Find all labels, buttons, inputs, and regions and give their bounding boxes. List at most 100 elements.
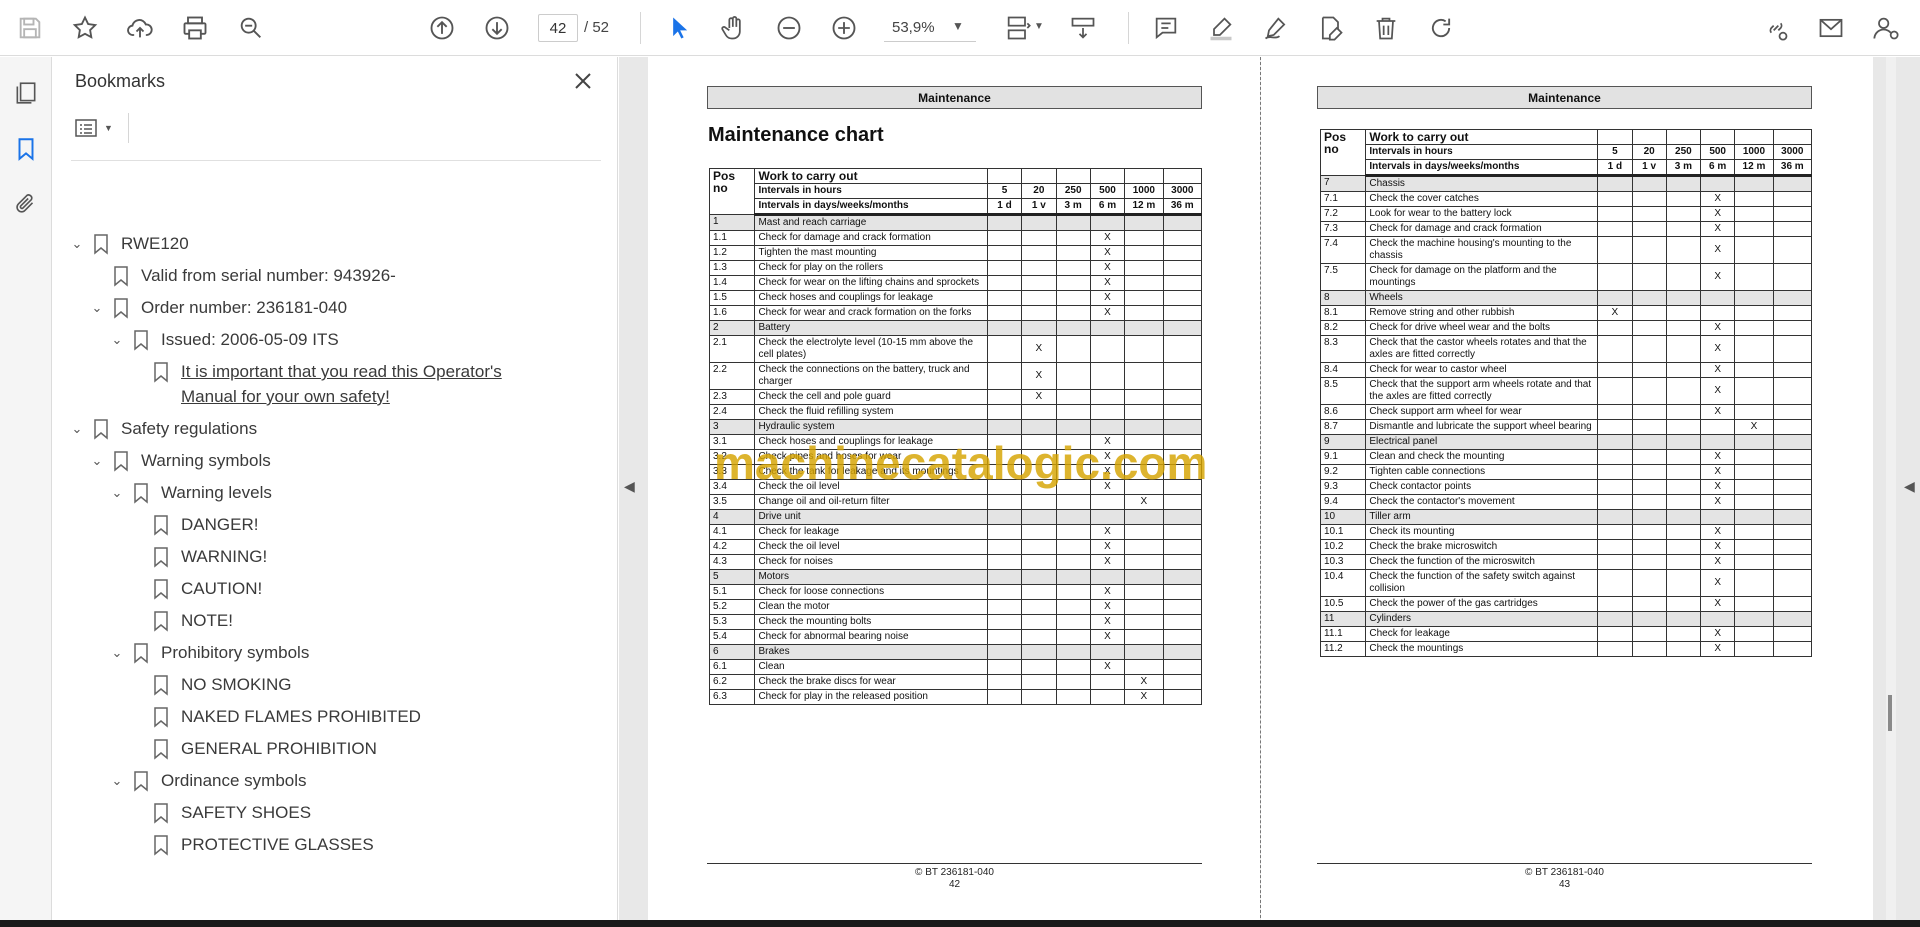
bookmark-item[interactable]: ⌄ RWE120 [67, 231, 189, 257]
interval-cell [1665, 626, 1702, 642]
row-pos: 2.2 [708, 362, 756, 390]
interval-hours-value: 5 [986, 183, 1023, 199]
attachments-icon[interactable] [10, 189, 42, 221]
interval-check-mark: X [1700, 236, 1736, 264]
email-icon[interactable] [1813, 10, 1849, 46]
bookmark-item[interactable]: NAKED FLAMES PROHIBITED [153, 704, 421, 730]
previous-page-icon[interactable] [424, 10, 460, 46]
bookmark-item[interactable]: ⌄ Prohibitory symbols [107, 640, 309, 666]
highlight-icon[interactable] [1203, 10, 1239, 46]
interval-cell [1021, 214, 1057, 231]
interval-cell [1021, 584, 1057, 600]
bookmark-item[interactable]: Valid from serial number: 943926- [113, 263, 396, 289]
toolbar: / 52 53,9% ▼ ▼ [0, 0, 1920, 56]
bookmark-item[interactable]: GENERAL PROHIBITION [153, 736, 377, 762]
chevron-down-icon[interactable]: ⌄ [107, 332, 127, 348]
bookmark-item[interactable]: ⌄ Order number: 236181-040 [87, 295, 347, 321]
interval-cell [1734, 206, 1774, 222]
redo-icon[interactable] [1423, 10, 1459, 46]
row-pos: 8.4 [1319, 362, 1367, 378]
bookmark-item[interactable]: SAFETY SHOES [153, 800, 311, 826]
interval-cell [1665, 539, 1702, 555]
bookmark-label: NO SMOKING [181, 675, 292, 694]
delete-icon[interactable] [1368, 10, 1404, 46]
next-page-icon[interactable] [479, 10, 515, 46]
interval-days-value: 6 m [1700, 159, 1736, 177]
interval-cell [1597, 509, 1633, 525]
interval-cell [1162, 659, 1203, 675]
bookmark-item[interactable]: ⌄ Warning levels [107, 480, 272, 506]
bookmark-item[interactable]: ⌄ Warning symbols [87, 448, 271, 474]
row-task: Check support arm wheel for wear [1365, 404, 1599, 420]
bookmark-item[interactable]: ⌄ Ordinance symbols [107, 768, 307, 794]
row-pos: 1.1 [708, 230, 756, 246]
row-task: Hydraulic system [754, 419, 988, 435]
interval-cell [986, 509, 1023, 525]
interval-cell [1734, 320, 1774, 336]
chevron-down-icon[interactable]: ⌄ [107, 773, 127, 789]
chevron-down-icon[interactable]: ▼ [952, 19, 964, 33]
scroll-mode-icon[interactable] [1065, 10, 1101, 46]
bookmark-options-button[interactable]: ▼ [75, 113, 121, 143]
interval-cell [1055, 689, 1091, 705]
upload-cloud-icon[interactable] [122, 10, 158, 46]
interval-cell [1665, 305, 1702, 321]
zoom-out-icon[interactable] [771, 10, 807, 46]
interval-cell [1597, 175, 1633, 192]
hand-tool-icon[interactable] [716, 10, 752, 46]
interval-cell [1772, 191, 1813, 207]
page-thumbnails-icon[interactable] [10, 77, 42, 109]
interval-cell [1597, 404, 1633, 420]
zoom-in-icon[interactable] [826, 10, 862, 46]
bookmarks-icon[interactable] [10, 133, 42, 165]
page-number-input[interactable] [538, 14, 578, 42]
bookmark-item[interactable]: CAUTION! [153, 576, 262, 602]
bookmark-item[interactable]: ⌄ Safety regulations [67, 416, 257, 442]
interval-cell [1772, 569, 1813, 597]
bookmark-icon [94, 419, 108, 440]
bookmark-item[interactable]: WARNING! [153, 544, 267, 570]
select-cursor-icon[interactable] [661, 10, 697, 46]
table-row: 4.2 Check the oil level X [708, 539, 1203, 555]
interval-cell [1162, 335, 1203, 363]
bookmark-item[interactable]: ⌄ Issued: 2006-05-09 ITS [107, 327, 339, 353]
chevron-down-icon[interactable]: ⌄ [87, 453, 107, 469]
interval-cell [1665, 221, 1702, 237]
share-link-icon[interactable] [1758, 10, 1794, 46]
draw-icon[interactable] [1258, 10, 1294, 46]
chevron-down-icon[interactable]: ⌄ [67, 421, 87, 437]
interval-cell [1021, 554, 1057, 570]
interval-cell [1734, 611, 1774, 627]
bookmark-item[interactable]: It is important that you read this Opera… [153, 359, 502, 409]
row-pos: 10.4 [1319, 569, 1367, 597]
chevron-down-icon[interactable]: ⌄ [107, 485, 127, 501]
collapse-left-panel-icon[interactable]: ◀ [624, 478, 635, 495]
bookmark-item[interactable]: NOTE! [153, 608, 233, 634]
star-icon[interactable] [67, 10, 103, 46]
interval-cell [1665, 596, 1702, 612]
bookmark-item[interactable]: DANGER! [153, 512, 258, 538]
row-pos: 2 [708, 320, 756, 336]
collapse-right-panel-icon[interactable]: ◀ [1904, 478, 1915, 495]
comment-icon[interactable] [1148, 10, 1184, 46]
account-icon[interactable] [1868, 10, 1904, 46]
print-icon[interactable] [177, 10, 213, 46]
zoom-level-value: 53,9% [892, 19, 935, 36]
bookmark-item[interactable]: NO SMOKING [153, 672, 292, 698]
save-icon[interactable] [12, 10, 48, 46]
interval-cell [1021, 494, 1057, 510]
bookmark-label: Manual for your own safety! [181, 387, 390, 406]
row-pos: 10.3 [1319, 554, 1367, 570]
chevron-down-icon[interactable]: ⌄ [67, 236, 87, 252]
interval-cell [1021, 599, 1057, 615]
chevron-down-icon[interactable]: ⌄ [87, 300, 107, 316]
bookmark-item[interactable]: PROTECTIVE GLASSES [153, 832, 374, 858]
close-icon[interactable] [569, 67, 597, 95]
chevron-down-icon[interactable]: ⌄ [107, 645, 127, 661]
document-scrollbar[interactable] [1886, 57, 1896, 923]
chevron-down-icon[interactable]: ▼ [1034, 21, 1044, 32]
edit-text-icon[interactable] [1313, 10, 1349, 46]
document-scrollbar-thumb[interactable] [1888, 695, 1892, 731]
fit-page-icon[interactable] [1000, 10, 1036, 46]
find-zoom-icon[interactable] [233, 10, 269, 46]
